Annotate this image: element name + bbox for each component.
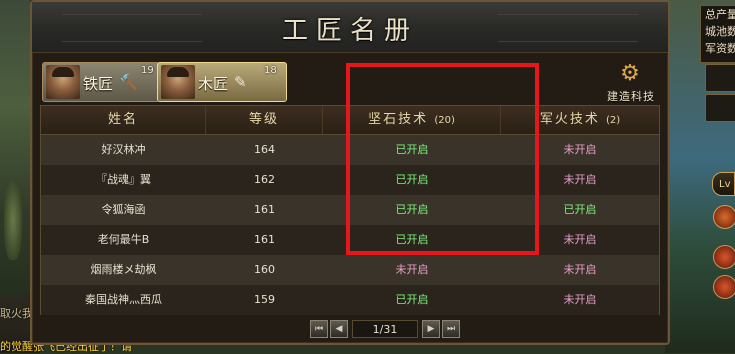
- header-label: 姓名: [107, 112, 138, 127]
- tab-label: 木匠: [198, 75, 229, 93]
- header-label: 等级: [248, 112, 279, 127]
- coin-icon[interactable]: [713, 205, 735, 229]
- player-level: 164: [254, 143, 275, 156]
- player-name: 令狐海函: [101, 203, 146, 216]
- event-icon[interactable]: [713, 275, 735, 299]
- hud-slot[interactable]: [705, 94, 735, 122]
- tab-label: 铁匠: [83, 75, 114, 93]
- player-name: 烟雨楼メ劫枫: [90, 263, 157, 276]
- highlight-box: [346, 63, 539, 255]
- player-level: 161: [254, 203, 275, 216]
- tab-carpenter[interactable]: 木匠 ✎ 18: [157, 62, 287, 102]
- chisel-icon: ✎: [234, 73, 247, 91]
- gear-icon: ⚙: [620, 61, 640, 86]
- table-row[interactable]: 烟雨楼メ劫枫 160 未开启 未开启: [41, 255, 659, 285]
- next-page-button[interactable]: ▶: [422, 320, 440, 338]
- munition-tech-status: 未开启: [563, 263, 597, 276]
- header-label: 军火技术: [539, 112, 600, 127]
- header-count: (2): [605, 115, 621, 126]
- build-tech-label: 建造科技: [607, 90, 655, 103]
- page-indicator: 1/31: [352, 320, 418, 338]
- tab-count: 19: [141, 65, 154, 76]
- resource-label-supplies: 军资数: [705, 42, 735, 55]
- stone-tech-status: 已开启: [395, 293, 429, 306]
- level-button[interactable]: Lv: [712, 172, 735, 196]
- last-page-button[interactable]: ⏭: [442, 320, 460, 338]
- resource-label-cities: 城池数: [705, 25, 735, 38]
- player-name: 老何最牛B: [97, 233, 150, 246]
- munition-tech-status: 未开启: [563, 293, 597, 306]
- resource-label-output: 总产量: [705, 8, 735, 21]
- player-level: 162: [254, 173, 275, 186]
- first-page-button[interactable]: ⏮: [310, 320, 328, 338]
- player-level: 161: [254, 233, 275, 246]
- artisan-roster-window: 工匠名册 铁匠 🔨 19 木匠 ✎ 18 ⚙ 建造科技 姓名 等级 坚石技术 (…: [30, 0, 670, 345]
- player-level: 159: [254, 293, 275, 306]
- column-header-level[interactable]: 等级: [206, 106, 323, 134]
- carpenter-portrait: [161, 65, 195, 99]
- player-name: 秦国战神灬西瓜: [85, 293, 162, 306]
- tab-blacksmith[interactable]: 铁匠 🔨 19: [42, 62, 160, 102]
- tab-count: 18: [264, 65, 277, 76]
- table-row[interactable]: 秦国战神灬西瓜 159 已开启 未开启: [41, 285, 659, 315]
- pagination: ⏮ ◀ 1/31 ▶ ⏭: [310, 320, 462, 340]
- column-header-name[interactable]: 姓名: [41, 106, 206, 134]
- hammer-icon: 🔨: [119, 73, 138, 91]
- event-icon[interactable]: [713, 245, 735, 269]
- stone-tech-status: 未开启: [395, 263, 429, 276]
- hud-slot[interactable]: [705, 64, 735, 92]
- window-title: 工匠名册: [281, 16, 418, 46]
- build-tech-button[interactable]: ⚙ 建造科技: [600, 61, 662, 104]
- player-level: 160: [254, 263, 275, 276]
- window-header: 工匠名册: [32, 2, 668, 53]
- player-name: 『战魂』翼: [96, 173, 151, 186]
- blacksmith-portrait: [46, 65, 80, 99]
- player-name: 好汉林冲: [101, 143, 146, 156]
- prev-page-button[interactable]: ◀: [330, 320, 348, 338]
- resource-panel: 总产量 城池数 军资数: [700, 5, 735, 63]
